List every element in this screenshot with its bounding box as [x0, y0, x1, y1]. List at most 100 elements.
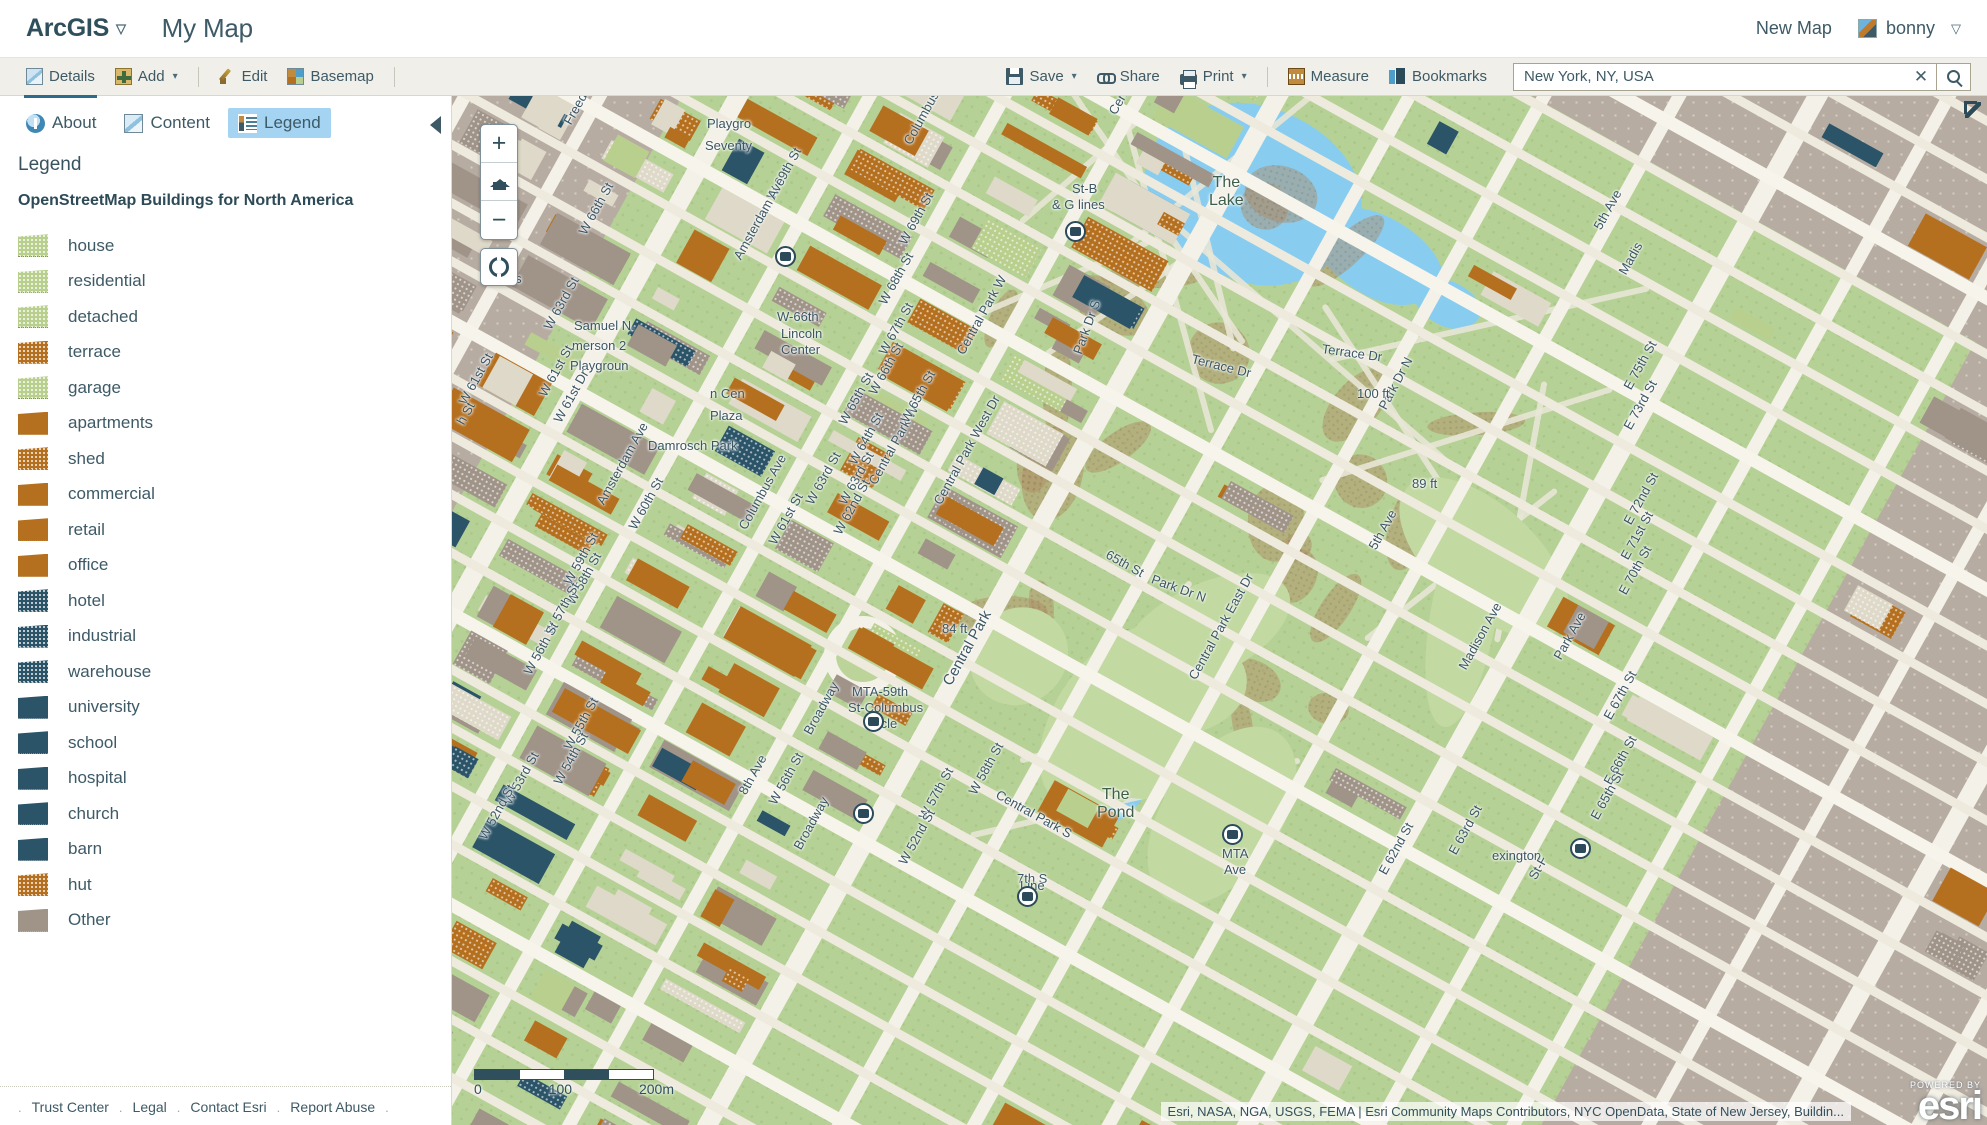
home-button[interactable]	[481, 163, 517, 201]
footer-link-trust-center[interactable]: Trust Center	[32, 1099, 109, 1115]
map-canvas[interactable]: The Lake The Pond Central Park Central Park…	[452, 96, 1987, 1125]
save-button[interactable]: Save ▾	[996, 64, 1086, 89]
legend-item: terrace	[18, 335, 433, 371]
details-button[interactable]: Details	[16, 64, 105, 98]
legend-swatch	[18, 766, 48, 790]
map-place-label: The Pond	[1097, 786, 1135, 822]
map-building	[626, 558, 690, 609]
map-building	[639, 387, 676, 425]
pencil-icon	[219, 68, 236, 85]
subway-station-icon[interactable]	[1570, 838, 1591, 859]
map-resize-handle[interactable]	[1963, 100, 1983, 120]
map-building	[1221, 481, 1294, 534]
legend-item-label: church	[68, 803, 120, 823]
map-building	[676, 229, 730, 282]
search-input[interactable]	[1514, 63, 1906, 90]
legend-swatch	[18, 340, 48, 364]
legend-item: warehouse	[18, 654, 433, 690]
edit-button[interactable]: Edit	[209, 64, 278, 89]
footer-dot: .	[276, 1099, 281, 1115]
legend-swatch	[18, 411, 48, 435]
legend-rows-container: house residential detached terrace garage apa…	[18, 228, 433, 938]
subway-station-icon[interactable]	[1065, 221, 1086, 242]
tab-about[interactable]: About	[16, 108, 106, 138]
share-label: Share	[1119, 68, 1160, 85]
app-header: ArcGIS ▽ My Map New Map bonny ▽	[0, 0, 1987, 58]
legend-swatch	[18, 482, 48, 506]
print-button[interactable]: Print ▾	[1170, 64, 1257, 89]
new-map-button[interactable]: New Map	[1756, 18, 1832, 39]
footer-dot: .	[18, 1099, 22, 1115]
map-building	[600, 596, 682, 663]
brand-label: ArcGIS	[26, 14, 109, 42]
collapse-panel-button[interactable]	[430, 116, 441, 134]
map-building	[985, 176, 1038, 217]
basemap-button[interactable]: Basemap	[277, 64, 383, 89]
zoom-in-button[interactable]: +	[481, 125, 517, 163]
legend-swatch	[18, 624, 48, 648]
details-icon	[26, 68, 43, 85]
subway-station-icon[interactable]	[1222, 824, 1243, 845]
home-icon	[489, 174, 510, 190]
save-icon	[1006, 68, 1024, 85]
print-label: Print	[1202, 68, 1234, 85]
measure-button[interactable]: Measure	[1278, 64, 1379, 89]
map-building	[818, 730, 868, 771]
share-button[interactable]: Share	[1087, 64, 1170, 89]
map-place-label: Ave	[1224, 862, 1247, 877]
legend-swatch	[18, 837, 48, 861]
legend-item-label: hut	[68, 874, 92, 894]
sidebar-footer: . Trust Center . Legal . Contact Esri . …	[0, 1086, 451, 1125]
map-place-label: MTA	[1222, 846, 1249, 861]
subway-station-icon[interactable]	[775, 246, 796, 267]
subway-station-icon[interactable]	[863, 711, 884, 732]
map-place-label: 84 ft	[942, 621, 968, 636]
map-building	[1022, 135, 1076, 173]
map-building	[485, 877, 528, 911]
map-place-label: 89 ft	[1412, 476, 1438, 491]
legend-item: hospital	[18, 761, 433, 797]
footer-link-report-abuse[interactable]: Report Abuse	[290, 1099, 375, 1115]
legend-swatch	[18, 695, 48, 719]
crosshair-icon	[489, 254, 509, 280]
details-label: Details	[49, 68, 95, 85]
map-building	[1626, 696, 1713, 761]
map-place-label: merson 2	[572, 338, 627, 353]
legend-item-label: Other	[68, 910, 111, 930]
user-menu[interactable]: bonny ▽	[1857, 18, 1961, 39]
tab-legend[interactable]: Legend	[227, 108, 331, 138]
map-viewport[interactable]: The Lake The Pond Central Park Central Park…	[452, 96, 1987, 1125]
arcgis-brand[interactable]: ArcGIS ▽	[26, 14, 126, 43]
add-icon	[114, 68, 132, 85]
add-button[interactable]: Add ▾	[105, 64, 188, 89]
map-building	[917, 538, 956, 570]
map-building	[987, 1102, 1081, 1125]
scale-bar-labels: 0 100 200m	[474, 1081, 674, 1097]
scale-start: 0	[474, 1081, 482, 1097]
bookmarks-button[interactable]: Bookmarks	[1379, 64, 1497, 89]
legend-swatch	[18, 234, 48, 258]
scale-end: 200m	[638, 1081, 674, 1097]
page-title: My Map	[161, 13, 253, 43]
bookmarks-label: Bookmarks	[1411, 68, 1487, 85]
legend-icon	[237, 113, 257, 133]
tab-content[interactable]: Content	[114, 108, 220, 138]
map-place-label: The Lake	[1209, 174, 1244, 210]
search-button[interactable]	[1936, 63, 1970, 90]
map-building	[1907, 213, 1987, 280]
map-place-label: W-66th	[777, 309, 819, 324]
map-building	[584, 991, 621, 1025]
map-building	[1126, 1120, 1173, 1125]
legend-item: school	[18, 725, 433, 761]
map-building	[651, 286, 681, 311]
legend-item: retail	[18, 512, 433, 548]
footer-link-contact-esri[interactable]: Contact Esri	[190, 1099, 266, 1115]
clear-search-icon[interactable]: ✕	[1906, 67, 1936, 87]
subway-station-icon[interactable]	[853, 803, 874, 824]
locate-button[interactable]	[480, 248, 518, 286]
footer-link-legal[interactable]: Legal	[133, 1099, 167, 1115]
map-building	[1187, 96, 1262, 100]
map-building	[524, 1020, 568, 1058]
zoom-out-button[interactable]: −	[481, 201, 517, 239]
subway-station-icon[interactable]	[1017, 886, 1038, 907]
